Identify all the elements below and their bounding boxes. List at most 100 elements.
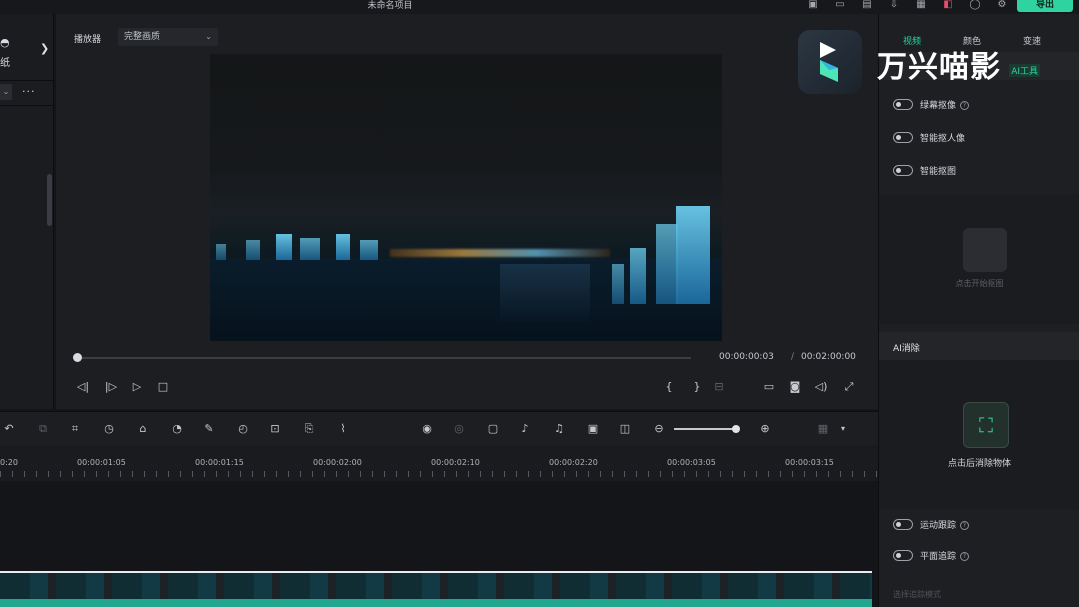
music-icon[interactable]: ♫	[552, 422, 566, 436]
motion-tracking-row: 运动跟踪?	[879, 516, 1079, 536]
copy-icon[interactable]: ⧉	[36, 422, 50, 436]
player-label: 播放器	[74, 35, 102, 45]
fullscreen-icon[interactable]: ⤢	[842, 380, 856, 394]
help-icon[interactable]: ?	[960, 521, 970, 530]
timeline-toolbar: ↶ ⧉ ⌗ ◷ ⌂ ◔ ✎ ◴ ⊡ ⎘ ⌇ ◉ ◎ ▢ ♪ ♫ ▣ ◫ ⊖ ⊕ …	[0, 411, 878, 445]
tab-ai-tools[interactable]: AI工具	[1009, 64, 1040, 77]
logo-mark-icon	[820, 42, 838, 82]
left-panel: ◓ 纸 ❯ ⌄ ···	[0, 14, 54, 409]
ruler-ticks	[0, 471, 878, 477]
timer-icon[interactable]: ◴	[236, 422, 250, 436]
video-clip[interactable]	[0, 571, 872, 607]
detach-icon[interactable]: ⌇	[336, 422, 350, 436]
smart-cutout-label: 智能抠图	[920, 167, 957, 177]
cart-icon[interactable]: ◧	[941, 0, 955, 12]
status-icon[interactable]: ▣	[806, 0, 820, 12]
ai-erase-title: AI消除	[893, 344, 920, 354]
help-icon[interactable]: ?	[960, 552, 970, 561]
portrait-cutout-row: 智能抠人像	[879, 129, 1079, 149]
planar-tracking-toggle[interactable]	[893, 550, 913, 561]
titlebar-icons: ▣ ▭ ▤ ⇩ ▦ ◧ ◯ ⚙	[806, 0, 1009, 12]
crop-icon[interactable]: ⌗	[68, 422, 82, 436]
quality-value: 完整画质	[124, 32, 161, 42]
volume-icon[interactable]: ◁)	[814, 380, 828, 394]
media-icon[interactable]: ◓	[0, 36, 10, 50]
cutout-start-icon[interactable]	[963, 228, 1007, 272]
speed-icon[interactable]: ◷	[102, 422, 116, 436]
ai-timer-icon[interactable]: ◔	[170, 422, 184, 436]
smart-cutout-row: 智能抠图	[879, 162, 1079, 182]
help-icon[interactable]: ?	[960, 101, 970, 110]
split-screen-icon[interactable]: ◫	[618, 422, 632, 436]
transform-icon[interactable]: ⎘	[302, 422, 316, 436]
timeline-tracks[interactable]	[0, 481, 878, 571]
chevron-down-icon[interactable]: ▾	[836, 422, 850, 436]
display-icon[interactable]: ▭	[762, 380, 776, 394]
expand-chevron-icon[interactable]: ❯	[40, 42, 49, 55]
replace-icon[interactable]: ▣	[586, 422, 600, 436]
video-bridge-lights	[390, 249, 610, 257]
microphone-icon[interactable]: ♪	[518, 422, 532, 436]
download-icon[interactable]: ⇩	[887, 0, 901, 12]
portrait-cutout-label: 智能抠人像	[920, 134, 966, 144]
chroma-key-row: 绿幕抠像?	[879, 96, 1079, 116]
color-icon[interactable]: ⌂	[136, 422, 150, 436]
grid-icon[interactable]: ▦	[914, 0, 928, 12]
previous-frame-icon[interactable]: ◁|	[76, 380, 90, 394]
mark-out-icon[interactable]: }	[690, 380, 704, 394]
project-title: 未命名项目	[367, 1, 413, 11]
marker-icon[interactable]: ◎	[452, 422, 466, 436]
ruler-label: 00:00:02:10	[431, 458, 480, 467]
grid-view-icon[interactable]: ▦	[816, 422, 830, 436]
ruler-label: 00:00:01:15	[195, 458, 244, 467]
save-icon[interactable]: ▤	[860, 0, 874, 12]
ruler-label: 00:00:01:05	[77, 458, 126, 467]
playback-progress-bar[interactable]	[73, 353, 691, 362]
next-frame-icon[interactable]: |▷	[104, 380, 118, 394]
title-bar: 未命名项目 ▣ ▭ ▤ ⇩ ▦ ◧ ◯ ⚙ 导出	[0, 0, 1079, 14]
player-panel: 播放器 完整画质 ⌄ 00:00:00:03 / 00:02:00:00 ◁| …	[56, 14, 878, 409]
ruler-label: 0:20	[0, 458, 18, 467]
chevron-down-icon: ⌄	[205, 32, 212, 41]
playhead-knob[interactable]	[73, 353, 82, 362]
motion-tracking-label: 运动跟踪	[920, 521, 957, 531]
smart-cutout-toggle[interactable]	[893, 165, 913, 176]
chroma-key-toggle[interactable]	[893, 99, 913, 110]
motion-tracking-toggle[interactable]	[893, 519, 913, 530]
edit-icon[interactable]: ✎	[202, 422, 216, 436]
portrait-cutout-toggle[interactable]	[893, 132, 913, 143]
filter-dropdown[interactable]: ⌄	[0, 84, 12, 100]
account-icon[interactable]: ◯	[968, 0, 982, 12]
record-icon[interactable]: ◉	[420, 422, 434, 436]
current-timecode: 00:00:00:03	[719, 352, 774, 362]
undo-icon[interactable]: ↶	[2, 422, 16, 436]
snapshot-icon[interactable]: ◙	[788, 380, 802, 394]
video-preview[interactable]	[210, 54, 722, 341]
zoom-in-icon[interactable]: ⊕	[758, 422, 772, 436]
timeline-ruler[interactable]: 0:20 00:00:01:05 00:00:01:15 00:00:02:00…	[0, 445, 878, 481]
video-skyline-right	[610, 184, 722, 304]
left-panel-scrollbar[interactable]	[47, 174, 52, 226]
more-options-button[interactable]: ···	[22, 85, 36, 98]
insert-icon[interactable]: ⊟	[712, 380, 726, 394]
video-reflection	[500, 264, 590, 324]
quality-select[interactable]: 完整画质 ⌄	[118, 28, 218, 46]
ai-erase-icon[interactable]: ⛶	[963, 402, 1009, 448]
zoom-slider[interactable]	[674, 428, 736, 430]
settings-icon[interactable]: ⚙	[995, 0, 1009, 12]
focus-icon[interactable]: ⊡	[268, 422, 282, 436]
mark-in-icon[interactable]: {	[662, 380, 676, 394]
layout-icon[interactable]: ▭	[833, 0, 847, 12]
play-icon[interactable]: ▷	[130, 380, 144, 394]
export-button[interactable]: 导出	[1017, 0, 1073, 12]
brand-name: 万兴喵影	[877, 50, 1001, 85]
stop-icon[interactable]: □	[156, 380, 170, 394]
zoom-out-icon[interactable]: ⊖	[652, 422, 666, 436]
ruler-label: 00:00:02:00	[313, 458, 362, 467]
ai-erase-action[interactable]: 点击后消除物体	[879, 456, 1079, 469]
tab-speed[interactable]: 变速	[1023, 34, 1041, 47]
filmora-logo-icon	[798, 30, 862, 94]
caption-icon[interactable]: ▢	[486, 422, 500, 436]
tracking-mode-hint: 选择追踪模式	[893, 590, 941, 599]
zoom-slider-knob[interactable]	[732, 425, 740, 433]
